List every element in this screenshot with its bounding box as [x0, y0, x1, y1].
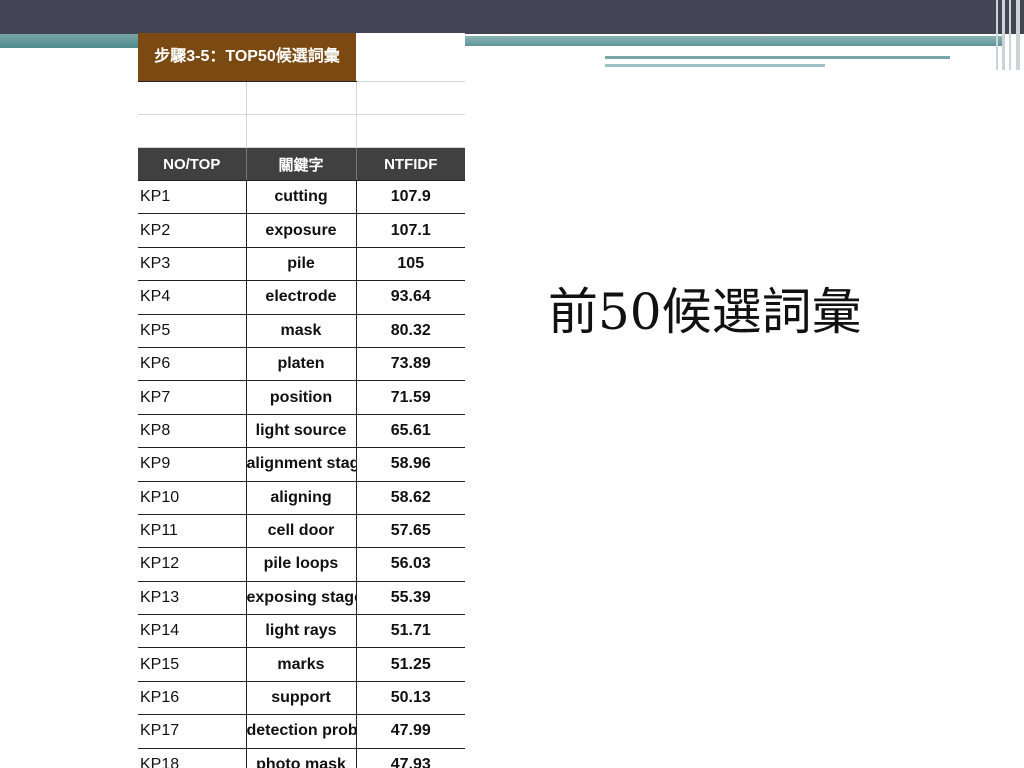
- row-ntfidf: 55.39: [356, 581, 465, 616]
- table-row: KP1 cutting 107.9: [138, 180, 465, 215]
- row-keyword: pile loops: [246, 547, 357, 582]
- row-keyword: electrode: [246, 280, 357, 315]
- row-number: KP8: [138, 414, 247, 449]
- row-keyword: light rays: [246, 614, 357, 649]
- row-number: KP9: [138, 447, 247, 482]
- row-ntfidf: 58.96: [356, 447, 465, 482]
- table-row: KP5 mask 80.32: [138, 314, 465, 348]
- row-number: KP2: [138, 213, 247, 248]
- row-ntfidf: 105: [356, 247, 465, 282]
- row-keyword: exposure: [246, 213, 357, 248]
- row-ntfidf: 65.61: [356, 414, 465, 449]
- row-keyword: cell door: [246, 514, 357, 549]
- slide-top-bar: [0, 0, 1024, 34]
- row-ntfidf: 47.93: [356, 748, 465, 768]
- row-keyword: cutting: [246, 180, 357, 215]
- table-row: KP10 aligning 58.62: [138, 481, 465, 515]
- row-keyword: light source: [246, 414, 357, 449]
- table-row: KP14 light rays 51.71: [138, 614, 465, 649]
- row-number: KP6: [138, 347, 247, 382]
- table-row: KP4 electrode 93.64: [138, 280, 465, 315]
- row-ntfidf: 93.64: [356, 280, 465, 315]
- col-header-ntfidf: NTFIDF: [355, 147, 465, 181]
- row-ntfidf: 56.03: [356, 547, 465, 582]
- row-number: KP11: [138, 514, 247, 549]
- row-keyword: aligning: [246, 481, 357, 515]
- column-header-row: NO/TOP 關鍵字 NTFIDF: [138, 147, 465, 181]
- row-number: KP15: [138, 647, 247, 682]
- table-row: KP8 light source 65.61: [138, 414, 465, 449]
- slide-caption: 前50候選詞彙: [548, 283, 862, 341]
- row-number: KP3: [138, 247, 247, 282]
- row-ntfidf: 51.71: [356, 614, 465, 649]
- row-ntfidf: 80.32: [356, 314, 465, 348]
- row-keyword: alignment stage: [246, 447, 357, 482]
- table-row: KP16 support 50.13: [138, 681, 465, 716]
- row-ntfidf: 107.1: [356, 213, 465, 248]
- table-row: KP3 pile 105: [138, 247, 465, 282]
- table-row: KP11 cell door 57.65: [138, 514, 465, 549]
- row-number: KP18: [138, 748, 247, 768]
- row-ntfidf: 51.25: [356, 647, 465, 682]
- table-row: KP2 exposure 107.1: [138, 213, 465, 248]
- row-ntfidf: 58.62: [356, 481, 465, 515]
- row-number: KP4: [138, 280, 247, 315]
- row-keyword: platen: [246, 347, 357, 382]
- row-keyword: support: [246, 681, 357, 716]
- row-ntfidf: 47.99: [356, 714, 465, 749]
- table-row: KP7 position 71.59: [138, 380, 465, 415]
- row-number: KP1: [138, 180, 247, 215]
- row-number: KP10: [138, 481, 247, 515]
- row-number: KP5: [138, 314, 247, 348]
- row-ntfidf: 107.9: [356, 180, 465, 215]
- row-keyword: photo mask: [246, 748, 357, 768]
- table-row: KP18 photo mask 47.93: [138, 748, 465, 768]
- row-ntfidf: 57.65: [356, 514, 465, 549]
- table-row: KP9alignment stage58.96: [138, 447, 465, 482]
- table-row: KP17detection probe b47.99: [138, 714, 465, 749]
- table-row: KP13 exposing stage 55.39: [138, 581, 465, 616]
- table-row: KP6 platen 73.89: [138, 347, 465, 382]
- corner-vertical-lines: [994, 0, 1024, 70]
- right-accent-stripes: [465, 34, 1005, 74]
- row-keyword: marks: [246, 647, 357, 682]
- row-ntfidf: 50.13: [356, 681, 465, 716]
- row-number: KP12: [138, 547, 247, 582]
- row-number: KP14: [138, 614, 247, 649]
- spreadsheet-table: 步驟3-5：TOP50候選詞彙 NO/TOP 關鍵字 NTFIDF KP1 cut…: [138, 33, 465, 768]
- row-number: KP17: [138, 714, 247, 749]
- table-row: KP12 pile loops 56.03: [138, 547, 465, 582]
- row-keyword: mask: [246, 314, 357, 348]
- col-header-keyword: 關鍵字: [245, 147, 356, 181]
- row-keyword: pile: [246, 247, 357, 282]
- row-ntfidf: 73.89: [356, 347, 465, 382]
- row-keyword: exposing stage: [246, 581, 357, 616]
- row-keyword: position: [246, 380, 357, 415]
- row-ntfidf: 71.59: [356, 380, 465, 415]
- row-number: KP7: [138, 380, 247, 415]
- left-accent-band: [0, 34, 138, 48]
- table-row: KP15 marks 51.25: [138, 647, 465, 682]
- col-header-no: NO/TOP: [138, 147, 246, 181]
- row-number: KP16: [138, 681, 247, 716]
- row-number: KP13: [138, 581, 247, 616]
- row-keyword: detection probe b: [246, 714, 357, 749]
- table-title: 步驟3-5：TOP50候選詞彙: [138, 33, 356, 82]
